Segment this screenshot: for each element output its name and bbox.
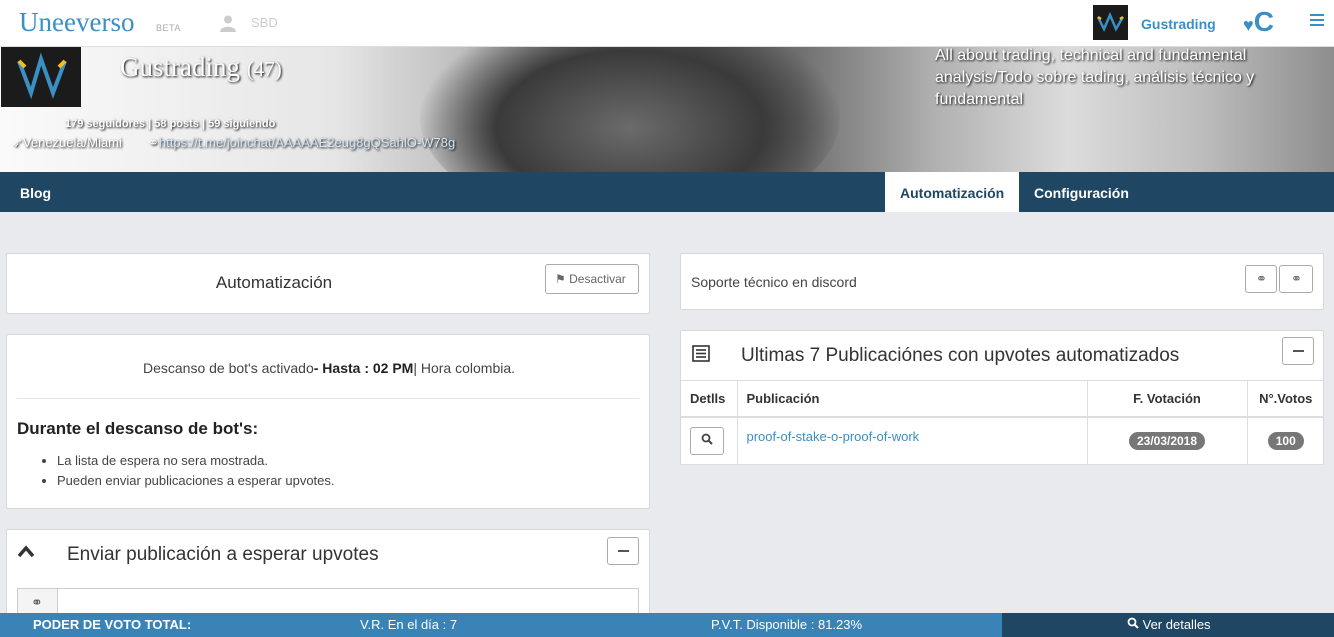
profile-name-text: Gustrading <box>120 52 240 82</box>
minus-icon <box>618 550 629 552</box>
table-header-row: Detlls Publicación F. Votación N°.Votos <box>681 380 1324 418</box>
list-icon <box>692 345 710 362</box>
rest-status-suffix: | Hora colombia. <box>413 360 516 376</box>
voting-power-footer: PODER DE VOTO TOTAL: V.R. En el día : 7 … <box>0 613 1334 637</box>
publications-table: Detlls Publicación F. Votación N°.Votos <box>681 380 1324 465</box>
cover-photo <box>420 47 840 172</box>
user-icon[interactable] <box>219 14 237 32</box>
automation-panel: Automatización ⚑ Desactivar <box>6 253 650 314</box>
sbd-label[interactable]: SBD <box>251 15 278 30</box>
see-details-button[interactable]: Ver detalles <box>1127 617 1211 632</box>
column-header: Detlls <box>681 380 737 418</box>
avatar-logo-icon <box>1096 11 1125 32</box>
profile-logo-icon <box>17 52 67 100</box>
details-cell <box>681 416 737 465</box>
panel-title: Enviar publicación a esperar upvotes <box>67 544 379 565</box>
profile-name: Gustrading (47) <box>120 52 282 83</box>
vr-today: V.R. En el día : 7 <box>360 617 458 632</box>
date-cell: 23/03/2018 <box>1086 416 1247 465</box>
heart-c-icon[interactable]: ♥C <box>1243 6 1274 38</box>
brand-logo[interactable]: Uneeverso <box>19 7 134 38</box>
tab-blog[interactable]: Blog <box>5 172 66 212</box>
date-badge: 23/03/2018 <box>1128 431 1206 450</box>
discord-support-panel: Soporte técnico en discord ⚭ ⚭ <box>680 253 1324 310</box>
link-icon: ⚭ <box>1256 271 1267 286</box>
bot-rest-panel: Descanso de bot's activado- Hasta : 02 P… <box>6 334 650 509</box>
rest-status-time: - Hasta : 02 PM <box>313 360 414 376</box>
minus-icon <box>1293 350 1304 352</box>
column-header: N°.Votos <box>1246 380 1324 418</box>
beta-label: BETA <box>156 23 181 33</box>
flag-icon: ⚑ <box>555 272 566 286</box>
profile-tabs: Blog Automatización Configuración <box>0 172 1334 212</box>
chevron-up-icon[interactable] <box>17 544 35 558</box>
column-header: F. Votación <box>1086 380 1247 418</box>
profile-stats: 179 seguidores | 58 posts | 59 siguiendo <box>65 118 276 130</box>
profile-cover: Gustrading (47) All about trading, techn… <box>0 47 1334 172</box>
location-text: Venezuela/Miami <box>22 135 122 150</box>
location-icon: ➶ <box>12 135 23 150</box>
discord-label: Soporte técnico en discord <box>691 274 857 290</box>
link-icon: ⚭ <box>1291 271 1302 286</box>
column-header: Publicación <box>736 380 1087 418</box>
profile-description: All about trading, technical and fundame… <box>935 47 1255 108</box>
collapse-button[interactable] <box>1282 337 1314 365</box>
deactivate-button[interactable]: ⚑ Desactivar <box>545 264 639 294</box>
top-navbar: Uneeverso BETA SBD Gustrading ♥C <box>0 0 1334 47</box>
link-icon: ⚭ <box>148 135 159 150</box>
collapse-button[interactable] <box>607 537 639 565</box>
see-details-label: Ver detalles <box>1142 617 1211 632</box>
profile-website[interactable]: ⚭https://t.me/joinchat/AAAAAE2eug8gQSahl… <box>148 135 455 151</box>
list-item: La lista de espera no sera mostrada. <box>57 451 335 471</box>
details-button[interactable] <box>690 426 724 455</box>
details-bar[interactable]: Ver detalles <box>1002 613 1334 637</box>
rest-status-prefix: Descanso de bot's activado <box>142 360 314 376</box>
table-row: proof-of-stake-o-proof-of-work 23/03/201… <box>681 416 1324 465</box>
discord-link-button[interactable]: ⚭ <box>1279 265 1313 293</box>
username-link[interactable]: Gustrading <box>1141 16 1216 32</box>
panel-title: Ultimas 7 Publicaciónes con upvotes auto… <box>741 345 1180 366</box>
send-publication-panel: Enviar publicación a esperar upvotes ⚭ <box>6 529 650 619</box>
hamburger-menu-icon[interactable] <box>1310 14 1324 28</box>
heart-icon: ♥ <box>1243 15 1254 35</box>
avatar[interactable] <box>1093 5 1128 40</box>
search-icon <box>1127 617 1139 629</box>
pvt-available: P.V.T. Disponible : 81.23% <box>711 617 863 632</box>
divider <box>17 398 639 399</box>
rest-heading: Durante el descanso de bot's: <box>17 419 259 438</box>
reputation-badge: (47) <box>246 57 282 81</box>
search-icon <box>701 433 713 445</box>
votes-cell: 100 <box>1246 416 1324 465</box>
tab-automatizacion[interactable]: Automatización <box>885 172 1020 212</box>
tab-configuracion[interactable]: Configuración <box>1019 172 1144 212</box>
heart-c-letter: C <box>1253 6 1274 37</box>
list-item: Pueden enviar publicaciones a esperar up… <box>57 471 335 491</box>
rest-status: Descanso de bot's activado- Hasta : 02 P… <box>7 360 651 376</box>
discord-link-button[interactable]: ⚭ <box>1245 265 1277 293</box>
publication-link[interactable]: proof-of-stake-o-proof-of-work <box>747 429 920 444</box>
profile-location: ➶Venezuela/Miami <box>12 135 122 151</box>
publication-cell: proof-of-stake-o-proof-of-work <box>736 416 1087 465</box>
profile-avatar <box>1 47 81 107</box>
votes-badge: 100 <box>1267 431 1304 450</box>
website-text[interactable]: https://t.me/joinchat/AAAAAE2eug8gQSahlO… <box>159 135 455 150</box>
voting-power-label: PODER DE VOTO TOTAL: <box>33 617 192 632</box>
deactivate-label: Desactivar <box>569 272 626 286</box>
rest-list: La lista de espera no sera mostrada. Pue… <box>57 451 335 491</box>
last-publications-panel: Ultimas 7 Publicaciónes con upvotes auto… <box>680 330 1324 465</box>
panel-title: Automatización <box>215 273 333 292</box>
